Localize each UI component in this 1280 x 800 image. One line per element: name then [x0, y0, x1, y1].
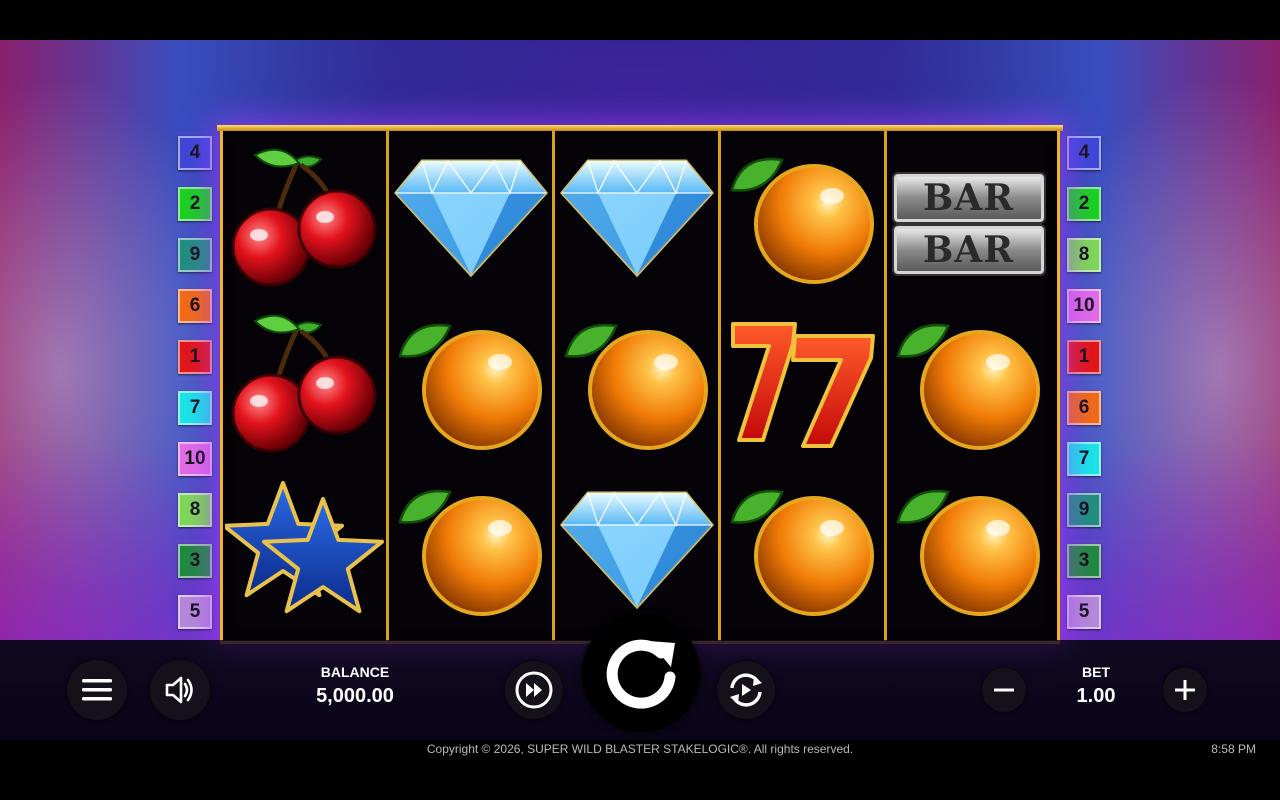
- reel-1: [223, 131, 389, 641]
- orange-symbol: [389, 467, 552, 633]
- right-payline-1: 1: [1067, 340, 1101, 374]
- left-payline-2: 2: [178, 187, 212, 221]
- cherry-symbol: [223, 301, 386, 467]
- left-payline-9: 9: [178, 238, 212, 272]
- minus-icon: [994, 688, 1014, 692]
- left-payline-7: 7: [178, 391, 212, 425]
- bar-symbol: BAR BAR: [893, 174, 1044, 274]
- left-payline-10: 10: [178, 442, 212, 476]
- diamond-symbol: [555, 135, 718, 301]
- cherry-symbol: [223, 135, 386, 301]
- control-bar: BALANCE 5,000.00 BET 1.00: [0, 614, 1280, 740]
- right-payline-9: 9: [1067, 493, 1101, 527]
- diamond-symbol: [555, 467, 718, 633]
- left-payline-6: 6: [178, 289, 212, 323]
- bar-symbol: BAR BAR: [887, 135, 1050, 301]
- orange-symbol: [389, 301, 552, 467]
- bet-label: BET: [1082, 664, 1110, 680]
- right-payline-8: 8: [1067, 238, 1101, 272]
- bar-plate-top: BAR: [893, 174, 1044, 222]
- reel-4: [721, 131, 887, 641]
- right-payline-4: 4: [1067, 136, 1101, 170]
- left-payline-4: 4: [178, 136, 212, 170]
- autoplay-button[interactable]: [717, 661, 775, 719]
- orange-symbol: [721, 467, 884, 633]
- reel-2: [389, 131, 555, 641]
- sound-button[interactable]: [150, 660, 210, 720]
- seven-symbol: [721, 301, 884, 467]
- bet-decrease-button[interactable]: [982, 668, 1026, 712]
- diamond-symbol: [389, 135, 552, 301]
- orange-symbol: [887, 467, 1050, 633]
- right-payline-6: 6: [1067, 391, 1101, 425]
- right-payline-2: 2: [1067, 187, 1101, 221]
- right-payline-5: 5: [1067, 595, 1101, 629]
- fast-forward-icon: [515, 671, 553, 709]
- left-payline-1: 1: [178, 340, 212, 374]
- right-payline-7: 7: [1067, 442, 1101, 476]
- autoplay-icon: [730, 673, 762, 707]
- balance-label: BALANCE: [320, 664, 390, 680]
- turbo-button[interactable]: [505, 661, 563, 719]
- reel-grid: BAR BAR: [217, 125, 1063, 644]
- footer: Copyright © 2026, SUPER WILD BLASTER STA…: [0, 740, 1280, 800]
- orange-symbol: [555, 301, 718, 467]
- orange-symbol: [721, 135, 884, 301]
- star-symbol: [223, 467, 386, 633]
- clock: 8:58 PM: [1211, 742, 1256, 756]
- spin-arrow-icon: [606, 639, 676, 709]
- reel-5: BAR BAR: [887, 131, 1053, 641]
- menu-button[interactable]: [67, 660, 127, 720]
- spin-button[interactable]: [582, 614, 700, 732]
- bet-value: 1.00: [1076, 685, 1116, 707]
- balance-value: 5,000.00: [316, 685, 394, 707]
- left-payline-5: 5: [178, 595, 212, 629]
- speaker-icon: [165, 676, 193, 704]
- left-payline-8: 8: [178, 493, 212, 527]
- orange-symbol: [887, 301, 1050, 467]
- plus-icon: [1175, 680, 1195, 700]
- right-payline-3: 3: [1067, 544, 1101, 578]
- bet-increase-button[interactable]: [1163, 668, 1207, 712]
- right-payline-10: 10: [1067, 289, 1101, 323]
- left-payline-3: 3: [178, 544, 212, 578]
- reel-3: [555, 131, 721, 641]
- menu-icon: [82, 679, 112, 701]
- bar-plate-bottom: BAR: [893, 226, 1044, 274]
- copyright-text: Copyright © 2026, SUPER WILD BLASTER STA…: [426, 742, 854, 756]
